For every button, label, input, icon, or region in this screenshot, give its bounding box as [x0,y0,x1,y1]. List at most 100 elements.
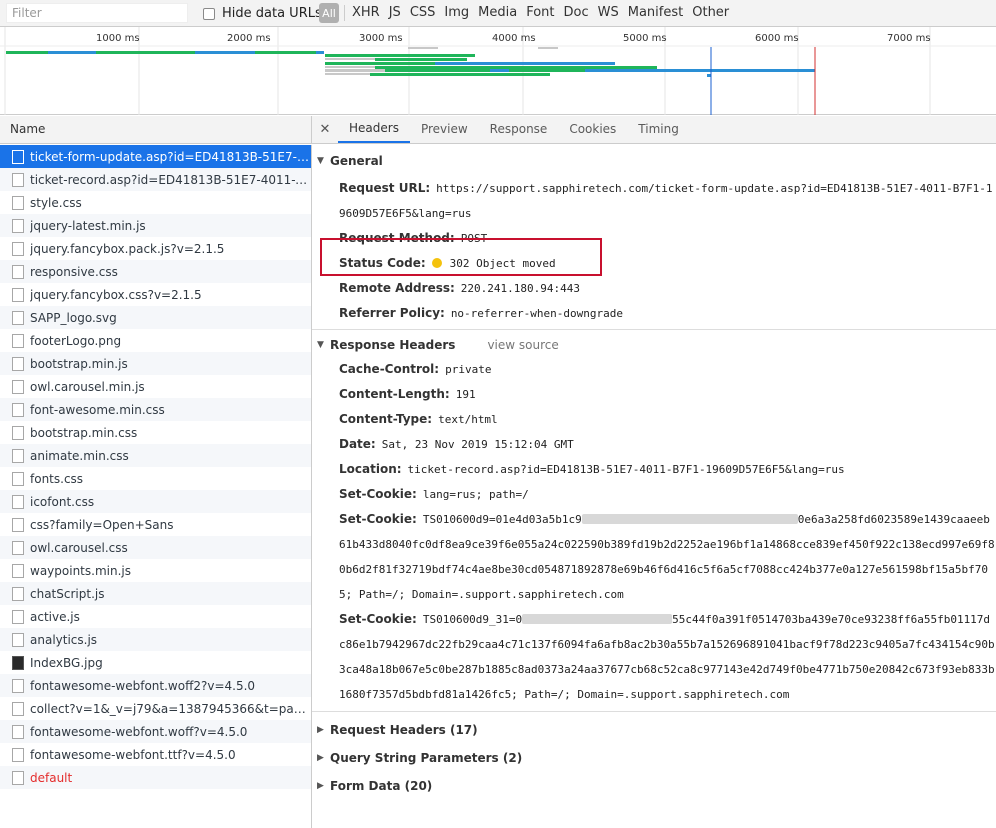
request-name: bootstrap.min.js [30,356,128,371]
type-filter-img[interactable]: Img [444,5,469,20]
status-dot-icon [431,258,442,268]
referrer-policy-value: no-referrer-when-downgrade [450,307,623,320]
request-name: responsive.css [30,264,118,279]
request-row[interactable]: css?family=Open+Sans [0,513,311,536]
request-name: waypoints.min.js [30,563,131,578]
type-filter-xhr[interactable]: XHR [352,5,380,20]
request-row[interactable]: animate.min.css [0,444,311,467]
type-filter-js[interactable]: JS [389,5,401,20]
tab-cookies[interactable]: Cookies [558,115,627,143]
request-row[interactable]: IndexBG.jpg [0,651,311,674]
request-row[interactable]: bootstrap.min.js [0,352,311,375]
headers-panel: ▼ General Request URL: https://support.sa… [312,145,996,828]
type-filter-font[interactable]: Font [526,5,554,20]
request-row[interactable]: fontawesome-webfont.woff?v=4.5.0 [0,720,311,743]
collapsed-triangle-icon: ▶ [317,753,324,763]
type-filter-media[interactable]: Media [478,5,517,20]
tab-headers[interactable]: Headers [338,115,410,143]
expanded-triangle-icon: ▼ [317,156,324,166]
collapsed-section-toggle[interactable]: ▶ Request Headers (17) [312,716,996,744]
request-bars [6,47,815,77]
close-icon[interactable]: ✕ [312,115,338,143]
file-icon [12,632,24,647]
filter-input[interactable] [6,3,188,23]
type-filter-manifest[interactable]: Manifest [628,5,683,20]
set-cookie-value-start: TS010600d9=01e4d03a5b1c9 [422,513,582,526]
request-name: collect?v=1&_v=j79&a=1387945366&t=page..… [30,701,311,716]
request-row[interactable]: fonts.css [0,467,311,490]
header-value: text/html [438,413,498,426]
request-row[interactable]: responsive.css [0,260,311,283]
file-icon [12,287,24,302]
hide-data-urls-checkbox[interactable] [203,7,215,20]
name-column-header[interactable]: Name [0,116,312,144]
file-icon [12,609,24,624]
request-name: css?family=Open+Sans [30,517,174,532]
request-name: style.css [30,195,82,210]
type-filter-doc[interactable]: Doc [564,5,589,20]
request-row[interactable]: SAPP_logo.svg [0,306,311,329]
collapsed-section-toggle[interactable]: ▶ Query String Parameters (2) [312,744,996,772]
file-icon [12,678,24,693]
request-row[interactable]: jquery.fancybox.pack.js?v=2.1.5 [0,237,311,260]
header-key: Cache-Control: [339,362,440,376]
tick-label: 7000 ms [887,33,931,44]
request-row[interactable]: waypoints.min.js [0,559,311,582]
set-cookie-value-rest: 55c44f0a391f0514703ba439e70ce93238ff6a55… [339,613,995,701]
request-row[interactable]: style.css [0,191,311,214]
header-value: 191 [455,388,476,401]
request-row[interactable]: default [0,766,311,789]
request-row[interactable]: jquery-latest.min.js [0,214,311,237]
file-icon [12,701,24,716]
request-row[interactable]: analytics.js [0,628,311,651]
file-icon [12,747,24,762]
tab-timing[interactable]: Timing [627,115,690,143]
view-source-link[interactable]: view source [487,338,558,352]
remote-address-key: Remote Address: [339,281,455,295]
request-row[interactable]: fontawesome-webfont.ttf?v=4.5.0 [0,743,311,766]
request-row[interactable]: chatScript.js [0,582,311,605]
file-icon [12,586,24,601]
request-url-row: Request URL: https://support.sapphiretech… [312,176,996,226]
request-method-row: Request Method: POST [312,226,996,251]
file-icon [12,471,24,486]
header-key: Set-Cookie: [339,487,417,501]
type-filters: XHR JS CSS Img Media Font Doc WS Manifes… [352,5,738,20]
request-row[interactable]: owl.carousel.css [0,536,311,559]
general-section-toggle[interactable]: ▼ General [312,149,996,173]
request-row[interactable]: bootstrap.min.css [0,421,311,444]
collapsed-section-toggle[interactable]: ▶ Form Data (20) [312,772,996,800]
status-code-key: Status Code: [339,256,426,270]
request-row[interactable]: font-awesome.min.css [0,398,311,421]
timeline-overview[interactable]: 1000 ms 2000 ms 3000 ms 4000 ms 5000 ms … [0,27,996,115]
type-filter-css[interactable]: CSS [410,5,436,20]
request-row[interactable]: jquery.fancybox.css?v=2.1.5 [0,283,311,306]
request-row[interactable]: collect?v=1&_v=j79&a=1387945366&t=page..… [0,697,311,720]
referrer-policy-key: Referrer Policy: [339,306,445,320]
collapsed-sections: ▶ Request Headers (17) ▶ Query String Param… [312,716,996,800]
request-row[interactable]: ticket-form-update.asp?id=ED41813B-51E7-… [0,145,311,168]
file-icon [12,425,24,440]
tab-preview[interactable]: Preview [410,115,479,143]
image-file-icon [12,655,24,670]
referrer-policy-row: Referrer Policy: no-referrer-when-downgra… [312,301,996,326]
request-row[interactable]: owl.carousel.min.js [0,375,311,398]
type-filter-all[interactable]: All [319,3,339,23]
type-filter-other[interactable]: Other [692,5,729,20]
request-name: ticket-form-update.asp?id=ED41813B-51E7-… [30,149,311,164]
request-name: jquery-latest.min.js [30,218,146,233]
type-filter-ws[interactable]: WS [598,5,619,20]
request-row[interactable]: fontawesome-webfont.woff2?v=4.5.0 [0,674,311,697]
request-row[interactable]: ticket-record.asp?id=ED41813B-51E7-4011-… [0,168,311,191]
request-name: IndexBG.jpg [30,655,103,670]
response-headers-section-toggle[interactable]: ▼ Response Headers view source [312,333,996,357]
request-row[interactable]: active.js [0,605,311,628]
hide-data-urls-label: Hide data URLs [222,6,322,21]
request-name: fontawesome-webfont.woff?v=4.5.0 [30,724,248,739]
request-row[interactable]: icofont.css [0,490,311,513]
request-row[interactable]: footerLogo.png [0,329,311,352]
tab-response[interactable]: Response [479,115,559,143]
request-list[interactable]: ticket-form-update.asp?id=ED41813B-51E7-… [0,145,312,828]
hide-data-urls-toggle[interactable]: Hide data URLs [203,6,322,21]
tick-label: 6000 ms [755,33,799,44]
